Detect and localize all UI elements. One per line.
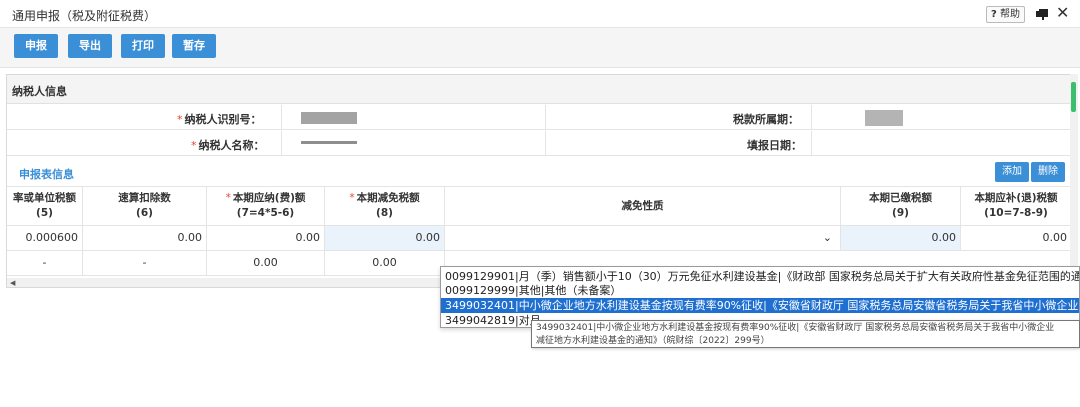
taxpayer-section-header: 纳税人信息 — [7, 75, 1071, 104]
tooltip-line: 减征地方水利建设基金的通知》（皖财综〔2022〕299号） — [536, 336, 770, 346]
form-panel: 纳税人信息 * 纳税人识别号： 税款所属期： * 纳税人名称： 填报日期： 申报表信… — [6, 74, 1072, 288]
help-button[interactable]: ? 帮助 — [986, 6, 1025, 23]
table-cell[interactable]: 0.00 — [207, 226, 325, 251]
reduction-nature-dropdown: 0099129901|月（季）销售额小于10（30）万元免征水利建设基金|《财政… — [440, 266, 1080, 328]
option-tooltip: 3499032401|中小微企业地方水利建设基金按现有费率90%征收|《安徽省财… — [531, 320, 1080, 348]
table-cell: - — [83, 251, 207, 276]
taxpayer-name-row: * 纳税人名称： 填报日期： — [7, 131, 1071, 156]
table-cell[interactable]: 0.00 — [841, 226, 961, 251]
reduction-nature-select[interactable]: ⌄ — [445, 226, 841, 251]
taxpayer-name-value — [301, 141, 357, 144]
scroll-thumb[interactable] — [1071, 82, 1076, 112]
column-header-refund: 本期应补(退)税额 (10=7-8-9) — [961, 186, 1071, 226]
print-button[interactable]: 打印 — [121, 34, 165, 58]
scroll-left-icon[interactable]: ◀ — [10, 278, 15, 287]
chevron-down-icon[interactable]: ⌄ — [823, 231, 832, 244]
table-cell[interactable]: 0.00 — [207, 251, 325, 276]
declaration-section-header: 申报表信息 添加 删除 — [7, 158, 1071, 186]
delete-row-button[interactable]: 删除 — [1031, 162, 1065, 182]
help-label: 帮助 — [1000, 9, 1020, 20]
column-header-quick-deduction: 速算扣除数 (6) — [83, 186, 207, 226]
declaration-section-title: 申报表信息 — [19, 168, 74, 181]
table-cell[interactable]: 0.00 — [325, 226, 445, 251]
toolbar: 申报 导出 打印 暂存 — [0, 28, 1080, 68]
dropdown-option[interactable]: 0099129901|月（季）销售额小于10（30）万元免征水利建设基金|《财政… — [441, 269, 1079, 284]
table-cell[interactable]: 0.00 — [325, 251, 445, 276]
tax-period-value — [865, 110, 903, 126]
app-title: 通用申报（税及附征税费） — [12, 9, 157, 23]
dropdown-option-selected[interactable]: 3499032401|中小微企业地方水利建设基金按现有费率90%征收|《安徽省财… — [441, 298, 1079, 313]
export-button[interactable]: 导出 — [68, 34, 112, 58]
save-draft-button[interactable]: 暂存 — [172, 34, 216, 58]
table-cell[interactable]: 0.000600 — [7, 226, 83, 251]
taxpayer-id-value — [301, 112, 357, 124]
table-cell: - — [7, 251, 83, 276]
tax-period-label: 税款所属期： — [733, 113, 799, 126]
dropdown-option[interactable]: 0099129999|其他|其他（未备案） — [441, 283, 1079, 298]
vertical-scrollbar[interactable] — [1070, 74, 1078, 288]
column-header-payable: * 本期应纳(费)额 (7=4*5-6) — [207, 186, 325, 226]
pin-icon[interactable] — [1034, 6, 1050, 22]
help-icon: ? — [991, 9, 997, 20]
table-cell[interactable]: 0.00 — [83, 226, 207, 251]
tooltip-line: 3499032401|中小微企业地方水利建设基金按现有费率90%征收|《安徽省财… — [536, 323, 1055, 333]
close-icon[interactable]: ✕ — [1056, 4, 1069, 22]
taxpayer-section-title: 纳税人信息 — [12, 85, 67, 98]
title-bar: 通用申报（税及附征税费） ? 帮助 ✕ — [0, 0, 1080, 28]
fill-date-label: 填报日期： — [747, 139, 802, 152]
table-cell[interactable]: 0.00 — [961, 226, 1071, 251]
column-header-reduction: * 本期减免税额 (8) — [325, 186, 445, 226]
submit-button[interactable]: 申报 — [14, 34, 58, 58]
column-header-paid: 本期已缴税额 (9) — [841, 186, 961, 226]
taxpayer-name-label: * 纳税人名称： — [191, 139, 265, 152]
column-header-reduction-nature: 减免性质 — [445, 186, 841, 226]
add-row-button[interactable]: 添加 — [995, 162, 1029, 182]
taxpayer-id-label: * 纳税人识别号： — [177, 113, 262, 126]
column-header-rate: 率或单位税额 (5) — [7, 186, 83, 226]
taxpayer-id-row: * 纳税人识别号： 税款所属期： — [7, 105, 1071, 130]
